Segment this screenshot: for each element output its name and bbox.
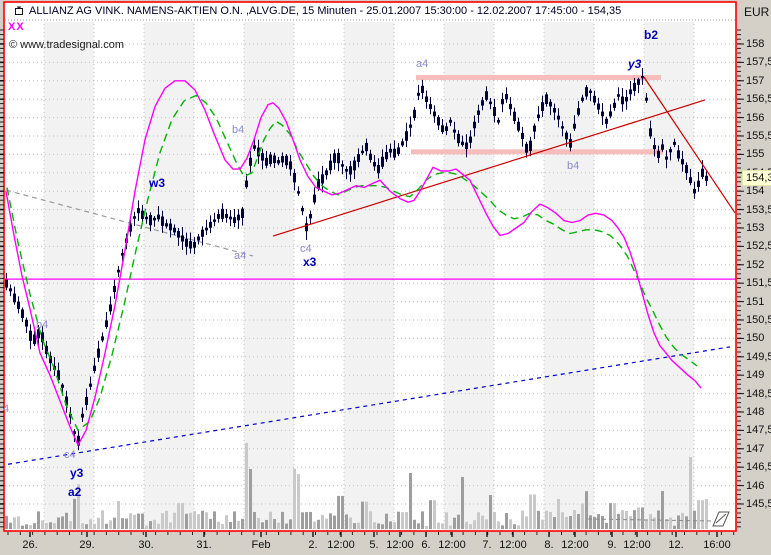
price-tick-label: 156 <box>746 112 764 124</box>
currency-axis-label: EUR <box>744 5 769 19</box>
wave-label-w3: w3 <box>149 178 165 189</box>
price-tick-label: 150,5 <box>746 314 771 326</box>
time-tick-label: 2. <box>308 539 317 551</box>
chart-title: ALLIANZ AG VINK. NAMENS-AKTIEN O.N. ,ALV… <box>29 5 621 17</box>
wave-label-a4: a4 <box>234 251 246 262</box>
wave-label-a4: a4 <box>416 59 428 70</box>
price-tick-label: 157,5 <box>746 56 771 68</box>
price-tick-label: 146,5 <box>746 461 771 473</box>
time-tick-label: Feb <box>252 539 271 551</box>
price-tick-label: 147,5 <box>746 424 771 436</box>
price-tick-label: 155,5 <box>746 130 771 142</box>
time-tick-label: 12:00 <box>327 539 355 551</box>
price-tick-label: 151,5 <box>746 277 771 289</box>
wave-label-b4: b4 <box>567 161 579 172</box>
wave-label-x3: x3 <box>303 257 316 268</box>
price-tick-label: 145,5 <box>746 498 771 510</box>
wave-label-b4: b4 <box>232 125 244 136</box>
time-tick-label: 12:00 <box>386 539 414 551</box>
window-gadget-icon[interactable] <box>14 6 24 16</box>
price-tick-label: 157 <box>746 75 764 87</box>
time-tick-label: 5. <box>369 539 378 551</box>
price-tick-label: 152 <box>746 259 764 271</box>
wave-label-4: 4 <box>3 404 9 415</box>
wave-label-c4: c4 <box>64 450 76 461</box>
price-tick-label: 151 <box>746 296 764 308</box>
time-tick-label: 26. <box>22 539 37 551</box>
time-tick-label: 12:00 <box>499 539 527 551</box>
wave-label-y3: y3 <box>628 59 641 70</box>
price-tick-label: 152,5 <box>746 240 771 252</box>
time-tick-label: 12:00 <box>623 539 651 551</box>
tradesignal-chart-window: ALLIANZ AG VINK. NAMENS-AKTIEN O.N. ,ALV… <box>0 0 771 555</box>
time-tick-label: 29. <box>79 539 94 551</box>
price-tick-label: 147 <box>746 443 764 455</box>
price-tick-label: 148 <box>746 406 764 418</box>
time-tick-label: 12:00 <box>561 539 589 551</box>
price-tick-label: 150 <box>746 332 764 344</box>
chart-titlebar[interactable]: ALLIANZ AG VINK. NAMENS-AKTIEN O.N. ,ALV… <box>14 4 621 18</box>
time-tick-label: 9. <box>607 539 616 551</box>
time-tick-label: 30. <box>138 539 153 551</box>
time-tick-label: 7. <box>482 539 491 551</box>
wave-label-y3: y3 <box>70 468 83 479</box>
price-tick-label: 149 <box>746 369 764 381</box>
price-tick-label: 155 <box>746 148 764 160</box>
wave-label-b2: b2 <box>644 30 658 41</box>
price-tick-label: 146 <box>746 480 764 492</box>
time-tick-label: 8. <box>544 539 553 551</box>
wave-label-a2: a2 <box>68 487 81 498</box>
price-tick-label: 153 <box>746 222 764 234</box>
tradesignal-watermark: © www.tradesignal.com <box>9 39 124 51</box>
price-tick-label: 158 <box>746 38 764 50</box>
wave-label-c4: c4 <box>300 244 312 255</box>
indicator-code-label: XX <box>8 21 25 33</box>
time-tick-label: 6. <box>421 539 430 551</box>
wave-label-b4: b4 <box>36 320 48 331</box>
price-tick-label: 148,5 <box>746 388 771 400</box>
time-tick-label: 16:00 <box>703 539 731 551</box>
time-tick-label: 12:00 <box>438 539 466 551</box>
last-price-tag: 154,35 <box>742 170 771 186</box>
chart-canvas[interactable] <box>0 0 771 555</box>
price-tick-label: 153,5 <box>746 204 771 216</box>
time-tick-label: 31. <box>196 539 211 551</box>
price-tick-label: 156,5 <box>746 93 771 105</box>
time-tick-label: 12. <box>668 539 683 551</box>
price-tick-label: 149,5 <box>746 351 771 363</box>
price-tick-label: 154 <box>746 185 764 197</box>
